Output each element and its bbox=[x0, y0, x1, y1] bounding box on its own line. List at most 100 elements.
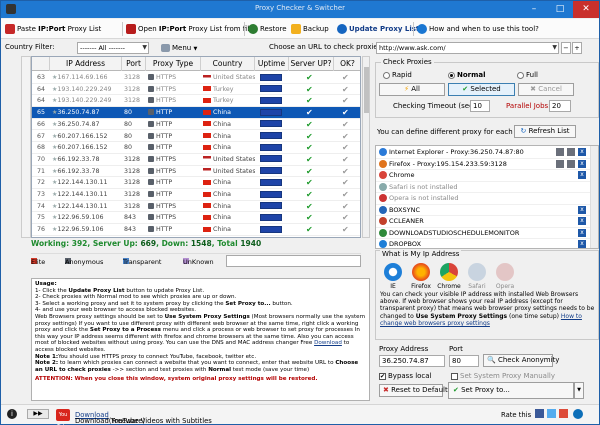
update-proxy-list-button[interactable]: Update Proxy List bbox=[337, 21, 419, 37]
opera-icon[interactable] bbox=[496, 263, 514, 281]
forward-icon[interactable]: ▶▶ bbox=[27, 409, 49, 419]
twitter-icon[interactable] bbox=[547, 409, 556, 418]
system-manual-checkbox[interactable]: Set System Proxy Manually bbox=[451, 372, 555, 380]
table-row[interactable]: 65 ★36.250.74.87 80 HTTP China ✔ ✔ bbox=[32, 107, 360, 119]
timeout-stepper[interactable]: 10 bbox=[470, 100, 490, 112]
check-selected-button[interactable]: ✔ Selected bbox=[448, 83, 515, 96]
column-header-country[interactable]: Country bbox=[201, 57, 255, 71]
process-item[interactable]: DOWNLOADSTUDIOSCHEDULEMONITOR x bbox=[376, 228, 598, 239]
country-filter-select[interactable]: ------- All ------- ▼ bbox=[77, 42, 149, 54]
process-list: Internet Explorer - Proxy:36.250.74.87:8… bbox=[375, 145, 599, 249]
remove-icon[interactable]: x bbox=[578, 228, 586, 237]
server-up-check-icon: ✔ bbox=[306, 131, 313, 141]
minimize-button[interactable]: – bbox=[521, 1, 547, 18]
add-url-button[interactable]: + bbox=[572, 42, 582, 54]
reset-default-button[interactable]: ✖ Reset to Default bbox=[379, 384, 448, 397]
paste-proxy-list-button[interactable]: Paste IP:Port Proxy List bbox=[5, 21, 101, 37]
backup-button[interactable]: Backup bbox=[291, 21, 329, 37]
ie-icon[interactable] bbox=[384, 263, 402, 281]
process-item[interactable]: Opera is not installed bbox=[376, 193, 598, 205]
uptime-bar bbox=[260, 167, 282, 175]
lock-icon[interactable] bbox=[556, 159, 564, 168]
proxy-address-input[interactable]: 36.250.74.87 bbox=[379, 355, 445, 367]
scrollbar-thumb[interactable] bbox=[364, 67, 369, 113]
remove-icon[interactable]: x bbox=[578, 205, 586, 214]
table-row[interactable]: 73 ★122.144.130.11 3128 HTTP China ✔ ✔ bbox=[32, 189, 360, 201]
remove-url-button[interactable]: − bbox=[561, 42, 571, 54]
remove-icon[interactable]: x bbox=[578, 171, 586, 179]
restore-button[interactable]: Restore bbox=[248, 21, 287, 37]
remove-icon[interactable]: x bbox=[578, 240, 586, 248]
youtube-promo: Download YouTube Videos with Subtitles D… bbox=[75, 411, 212, 425]
flag-icon bbox=[203, 97, 211, 103]
column-header-port[interactable]: Port bbox=[122, 57, 146, 71]
table-scrollbar[interactable] bbox=[362, 56, 370, 238]
info-icon[interactable]: i bbox=[7, 409, 17, 419]
lock-icon[interactable] bbox=[567, 148, 575, 156]
remove-icon[interactable]: x bbox=[578, 159, 586, 168]
open-proxy-list-button[interactable]: Open IP:Port Proxy List from file bbox=[126, 21, 253, 37]
check-all-button[interactable]: ⚡ All bbox=[379, 83, 445, 96]
ip-cell: 36.250.74.87 bbox=[57, 109, 100, 117]
port-input[interactable]: 80 bbox=[449, 355, 479, 367]
maximize-button[interactable]: □ bbox=[547, 1, 573, 18]
table-row[interactable]: 75 ★122.96.59.106 843 HTTPS China ✔ ✔ bbox=[32, 212, 360, 225]
firefox-icon[interactable] bbox=[412, 263, 430, 281]
globe-icon[interactable] bbox=[573, 409, 583, 419]
rapid-radio[interactable]: Rapid bbox=[383, 71, 412, 79]
lock-icon[interactable] bbox=[567, 159, 575, 168]
server-up-check-icon: ✔ bbox=[306, 201, 313, 211]
table-row[interactable]: 64 ★193.140.229.249 3128 HTTPS Turkey ✔ ✔ bbox=[32, 95, 360, 108]
normal-radio[interactable]: Normal bbox=[448, 71, 486, 79]
google-plus-icon[interactable] bbox=[559, 409, 568, 418]
facebook-icon[interactable] bbox=[535, 409, 544, 418]
table-row[interactable]: 64 ★193.140.229.249 3128 HTTPS Turkey ✔ ✔ bbox=[32, 84, 360, 96]
safari-icon[interactable] bbox=[468, 263, 486, 281]
table-row[interactable]: 72 ★122.144.130.11 3128 HTTP China ✔ ✔ bbox=[32, 177, 360, 189]
dns-changer-download-link[interactable]: Download bbox=[314, 340, 342, 346]
check-anonymity-button[interactable]: 🔍 Check Anonymity bbox=[483, 354, 559, 367]
url-select[interactable]: http://www.ask.com/▼ bbox=[376, 42, 559, 54]
cancel-check-button[interactable]: ✖ Cancel bbox=[518, 83, 574, 96]
process-list-scrollbar[interactable] bbox=[590, 146, 598, 248]
process-item[interactable]: Safari is not installed bbox=[376, 182, 598, 193]
refresh-list-button[interactable]: ↻ Refresh List bbox=[514, 125, 576, 138]
table-row[interactable]: 66 ★36.250.74.87 80 HTTP China ✔ ✔ bbox=[32, 119, 360, 131]
process-item[interactable]: Firefox - Proxy:195.154.233.59:3128 x bbox=[376, 159, 598, 170]
full-radio[interactable]: Full bbox=[517, 71, 538, 79]
set-proxy-button[interactable]: ✔ Set Proxy to... bbox=[448, 382, 574, 399]
table-row[interactable]: 74 ★122.144.130.11 3128 HTTPS China ✔ ✔ bbox=[32, 201, 360, 213]
table-row[interactable]: 67 ★60.207.166.152 80 HTTP China ✔ ✔ bbox=[32, 131, 360, 143]
remove-icon[interactable]: x bbox=[578, 217, 586, 225]
process-item[interactable]: Internet Explorer - Proxy:36.250.74.87:8… bbox=[376, 147, 598, 159]
table-row[interactable]: 71 ★66.192.33.78 3128 HTTPS United States ✔ ✔ bbox=[32, 166, 360, 178]
chrome-icon[interactable] bbox=[440, 263, 458, 281]
table-row[interactable]: 70 ★66.192.33.78 3128 HTTPS United States ✔ ✔ bbox=[32, 154, 360, 166]
bypass-local-checkbox[interactable]: ✔ Bypass local bbox=[379, 372, 432, 380]
table-row[interactable]: 68 ★60.207.166.152 80 HTTP China ✔ ✔ bbox=[32, 142, 360, 154]
lock-icon[interactable] bbox=[556, 148, 564, 156]
set-proxy-dropdown[interactable]: ▼ bbox=[574, 382, 584, 399]
process-item[interactable]: CCLEANER x bbox=[376, 216, 598, 228]
column-header-server-up[interactable]: Server UP? bbox=[289, 57, 334, 71]
table-row[interactable]: 76 ★122.96.59.106 843 HTTP China ✔ ✔ bbox=[32, 224, 360, 236]
country-cell: United States bbox=[213, 74, 255, 81]
parallel-jobs-select[interactable]: 20 bbox=[549, 100, 571, 112]
process-item[interactable]: BOXSYNC x bbox=[376, 205, 598, 216]
uptime-bar bbox=[260, 202, 282, 210]
how-to-use-button[interactable]: How and when to use this tool? bbox=[417, 21, 539, 37]
column-header-type[interactable]: Proxy Type bbox=[146, 57, 201, 71]
column-header-ip[interactable]: IP Address bbox=[50, 57, 122, 71]
process-item[interactable]: DROPBOX x bbox=[376, 239, 598, 248]
table-row[interactable]: 63 ★167.114.69.166 3128 HTTPS United States ✔… bbox=[32, 72, 360, 84]
legend-search-input[interactable] bbox=[226, 255, 361, 267]
row-number: 64 bbox=[36, 85, 45, 93]
uptime-bar bbox=[260, 143, 282, 151]
column-header-ok[interactable]: OK? bbox=[334, 57, 360, 71]
server-up-check-icon: ✔ bbox=[306, 190, 313, 199]
column-header-uptime[interactable]: Uptime bbox=[255, 57, 289, 71]
close-button[interactable]: ✕ bbox=[573, 1, 599, 18]
remove-icon[interactable]: x bbox=[578, 148, 586, 156]
menu-button[interactable]: Menu ▼ bbox=[161, 40, 197, 56]
process-item[interactable]: Chrome x bbox=[376, 170, 598, 182]
